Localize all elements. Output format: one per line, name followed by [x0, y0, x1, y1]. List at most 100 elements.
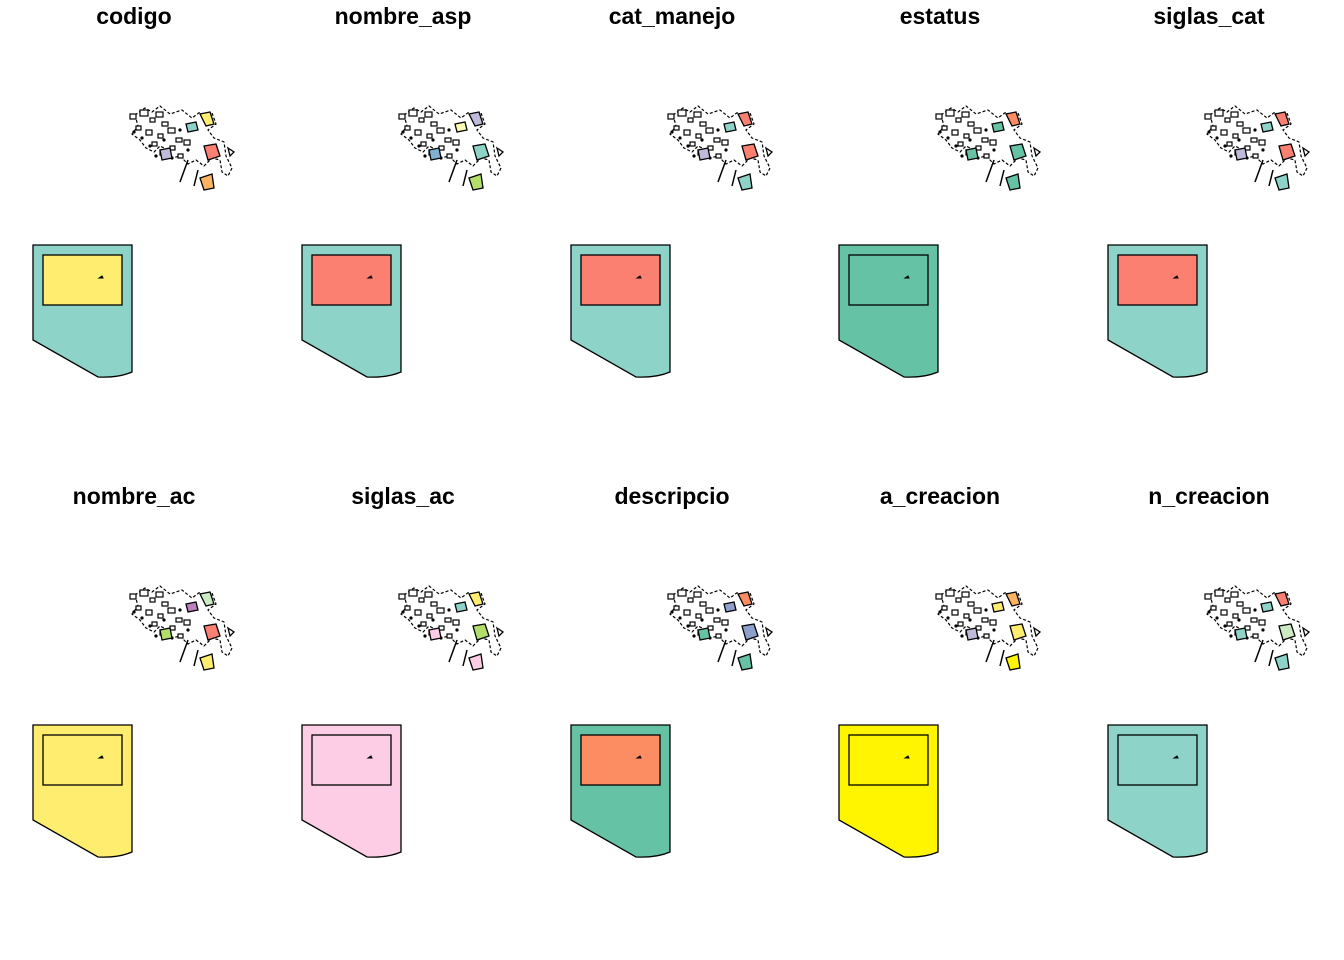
island-shape [155, 111, 164, 118]
island-shape [495, 626, 505, 638]
island-dot [186, 628, 190, 632]
island-shape [989, 139, 997, 146]
island-dot [162, 138, 166, 142]
island-shape [139, 109, 149, 117]
island-dot [1253, 128, 1257, 132]
island-dot [1223, 624, 1227, 628]
island-dot [178, 608, 182, 612]
island-dot [417, 144, 421, 148]
inner-region-polygon [42, 254, 123, 306]
island-shape [139, 589, 149, 597]
island-dot [968, 618, 972, 622]
island-dot [455, 148, 459, 152]
island-dot [162, 618, 166, 622]
island-dot [140, 136, 144, 140]
island-shape [1230, 111, 1239, 118]
island-shape [424, 111, 433, 118]
protected-area-patch [991, 121, 1005, 133]
island-shape [1226, 141, 1233, 147]
island-shape [408, 589, 418, 597]
island-shape [155, 591, 164, 598]
island-shape [989, 619, 997, 626]
island-shape [398, 593, 406, 600]
island-dot [1253, 608, 1257, 612]
protected-area-patch [454, 601, 468, 613]
inner-region-polygon [848, 734, 929, 786]
island-dot [692, 154, 696, 158]
island-shape [941, 605, 948, 611]
island-shape [721, 139, 729, 146]
island-shape [945, 109, 955, 117]
map-svg [301, 105, 505, 378]
protected-area-patch [472, 143, 490, 161]
island-dot [678, 136, 682, 140]
inner-region-polygon [1117, 734, 1198, 786]
island-shape [967, 121, 975, 127]
island-shape [1252, 633, 1259, 639]
island-shape [1224, 117, 1231, 123]
island-shape [699, 121, 707, 127]
archipelago-cluster [935, 105, 1042, 191]
island-dot [968, 138, 972, 142]
island-shape [129, 113, 137, 120]
island-shape [226, 626, 236, 638]
island-shape [1301, 146, 1311, 158]
island-shape [175, 617, 183, 623]
peninsula-line [731, 649, 737, 667]
archipelago-cluster [129, 105, 236, 191]
island-shape [149, 597, 156, 603]
island-shape [398, 113, 406, 120]
island-shape [955, 597, 962, 603]
island-shape [1204, 593, 1212, 600]
map-svg [570, 105, 774, 378]
island-shape [1210, 605, 1217, 611]
island-shape [157, 133, 164, 139]
map-panel-estatus: estatus [806, 0, 1074, 480]
island-shape [430, 121, 438, 127]
island-shape [1032, 146, 1042, 158]
island-dot [716, 128, 720, 132]
island-shape [689, 621, 696, 627]
island-dot [670, 130, 674, 134]
island-dot [1261, 628, 1265, 632]
island-shape [961, 111, 970, 118]
protected-area-patch [1278, 143, 1296, 161]
island-shape [420, 141, 427, 147]
island-shape [408, 109, 418, 117]
island-shape [430, 601, 438, 607]
map-svg [570, 585, 774, 858]
island-shape [941, 125, 948, 131]
map-panel-n-creacion: n_creacion [1075, 480, 1343, 960]
island-shape [973, 607, 982, 614]
island-shape [1232, 613, 1239, 619]
island-dot [1237, 138, 1241, 142]
protected-area-patch [454, 121, 468, 133]
island-shape [1230, 591, 1239, 598]
island-dot [724, 148, 728, 152]
island-shape [677, 589, 687, 597]
island-shape [764, 626, 774, 638]
island-shape [673, 125, 680, 131]
map-svg [1107, 585, 1311, 858]
map-svg [1107, 105, 1311, 378]
peninsula-line [985, 639, 995, 663]
peninsula-line [462, 169, 468, 187]
island-shape [983, 153, 990, 159]
protected-area-patch [1234, 147, 1248, 161]
island-dot [455, 628, 459, 632]
island-dot [992, 148, 996, 152]
island-shape [420, 621, 427, 627]
archipelago-cluster [1204, 585, 1311, 671]
protected-area-patch [737, 653, 753, 671]
map-panel-codigo: codigo [0, 0, 268, 480]
inner-region-polygon [580, 734, 661, 786]
island-shape [495, 146, 505, 158]
island-dot [1207, 610, 1211, 614]
island-shape [446, 633, 453, 639]
protected-area-patch [965, 627, 979, 641]
island-shape [145, 129, 153, 136]
island-dot [431, 618, 435, 622]
island-shape [177, 153, 184, 159]
protected-area-patch [468, 173, 484, 191]
island-shape [426, 613, 433, 619]
